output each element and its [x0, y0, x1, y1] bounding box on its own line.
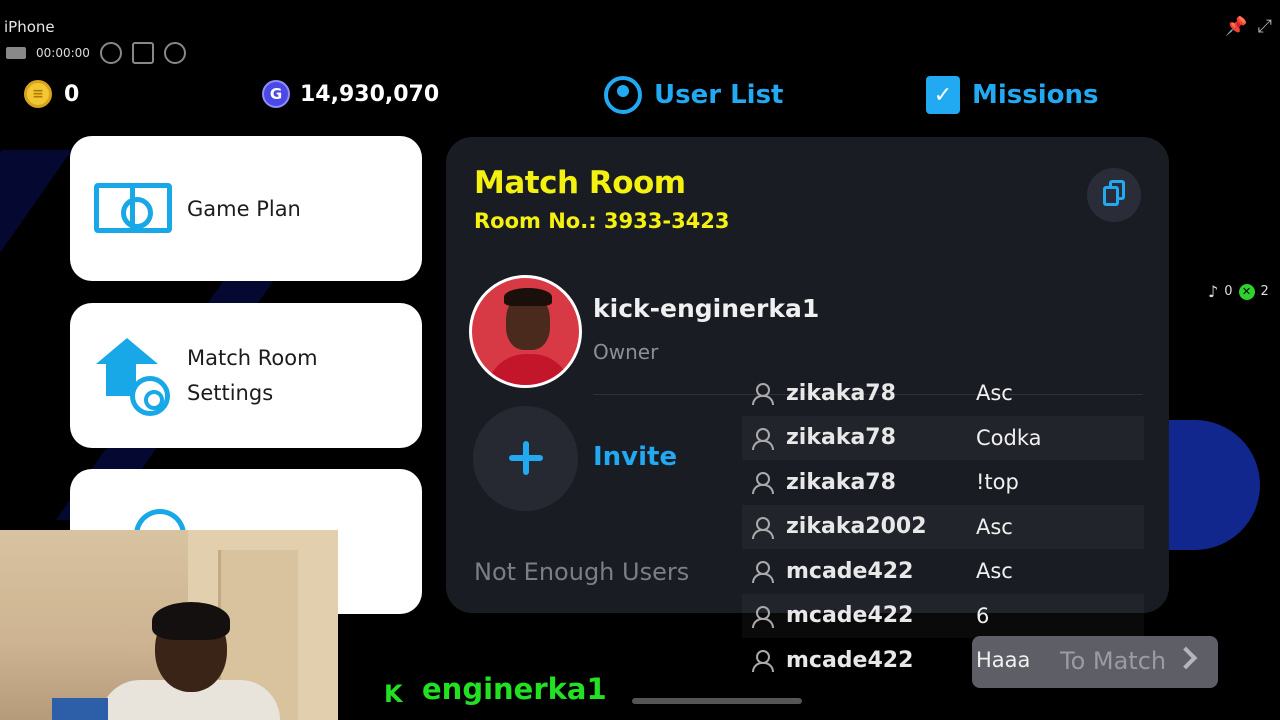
- gp-balance: G 14,930,070: [262, 80, 439, 108]
- user-list-icon: [604, 76, 642, 114]
- chat-message: mcade422 Asc: [742, 549, 1144, 594]
- coin-balance: ≡ 0: [24, 80, 79, 108]
- game-plan-card[interactable]: Game Plan: [70, 136, 422, 281]
- chat-message: zikaka2002 Asc: [742, 504, 1144, 549]
- copy-room-number-button[interactable]: [1087, 168, 1141, 222]
- home-indicator: [632, 698, 802, 704]
- missions-button[interactable]: ✓ Missions: [926, 76, 1099, 114]
- owner-avatar: [469, 275, 582, 388]
- camera-icon[interactable]: [6, 47, 26, 59]
- chat-text: Asc: [976, 514, 1013, 539]
- chat-username: zikaka78: [786, 469, 896, 495]
- chevron-right-icon: [1174, 646, 1198, 670]
- chat-username: zikaka2002: [786, 514, 927, 540]
- webcam-feed: [0, 530, 338, 720]
- missions-label: Missions: [972, 80, 1099, 110]
- gp-icon: G: [262, 80, 290, 108]
- user-icon: [752, 605, 774, 628]
- record-icon[interactable]: [163, 42, 186, 64]
- x-count: 2: [1260, 284, 1269, 299]
- user-icon: [752, 516, 774, 539]
- chat-message: zikaka78 Asc: [742, 371, 1144, 416]
- window-controls: 📌 ⤢: [1225, 16, 1272, 37]
- owner-name: kick-enginerka1: [593, 294, 820, 323]
- match-room-title: Match Room: [474, 165, 686, 201]
- chat-username: zikaka78: [786, 425, 896, 451]
- chat-message: zikaka78 !top: [742, 460, 1144, 505]
- x-icon: ✕: [1238, 283, 1255, 300]
- invite-button[interactable]: [473, 406, 578, 511]
- expand-icon[interactable]: ⤢: [1258, 16, 1272, 37]
- user-icon: [752, 427, 774, 450]
- user-list-label: User List: [654, 80, 784, 110]
- recorder-timer: 00:00:00: [36, 46, 90, 60]
- background-stripe: [0, 150, 73, 270]
- chat-text: !top: [976, 470, 1019, 495]
- chat-username: zikaka78: [786, 380, 896, 406]
- kick-logo-icon: K: [384, 680, 403, 708]
- gp-amount: 14,930,070: [300, 81, 440, 107]
- device-name: iPhone: [4, 18, 55, 36]
- game-plan-icon: [94, 183, 172, 233]
- chat-message: mcade422 6: [742, 593, 1144, 638]
- chat-text: Haaa: [976, 648, 1031, 673]
- crop-icon[interactable]: [131, 42, 154, 64]
- chat-message: mcade422 Haaa: [742, 638, 1144, 683]
- user-icon: [752, 383, 774, 405]
- chat-username: mcade422: [786, 603, 914, 629]
- chat-text: Asc: [976, 559, 1013, 584]
- tiktok-count: 0: [1224, 284, 1233, 299]
- match-room-settings-label-2: Settings: [187, 381, 274, 405]
- coin-amount: 0: [64, 81, 80, 107]
- chat-username: mcade422: [786, 558, 914, 584]
- chat-overlay: zikaka78 Asc zikaka78 Codka zikaka78 !to…: [742, 371, 1144, 638]
- match-room-settings-label-1: Match Room: [187, 346, 318, 370]
- social-stats: ♪ 0 ✕ 2: [1208, 282, 1269, 301]
- room-status: Not Enough Users: [474, 558, 690, 586]
- chat-message: zikaka78 Codka: [742, 415, 1144, 460]
- tiktok-icon: ♪: [1208, 282, 1219, 301]
- owner-role: Owner: [593, 340, 659, 364]
- checklist-icon: ✓: [926, 76, 960, 114]
- chat-text: Asc: [976, 381, 1013, 406]
- match-room-settings-icon: [96, 338, 170, 416]
- chat-username: mcade422: [786, 647, 914, 673]
- chat-overlay-last: mcade422 Haaa: [742, 638, 1144, 683]
- chat-text: Codka: [976, 425, 1042, 450]
- user-icon: [752, 472, 774, 494]
- streamer-name: enginerka1: [422, 672, 607, 706]
- user-icon: [752, 650, 774, 672]
- game-plan-label: Game Plan: [187, 197, 301, 221]
- rotate-icon[interactable]: [99, 42, 122, 64]
- recorder-controls: 00:00:00: [6, 42, 186, 64]
- chat-text: 6: [976, 603, 990, 628]
- room-number: Room No.: 3933-3423: [474, 209, 730, 233]
- pin-icon[interactable]: 📌: [1225, 16, 1247, 37]
- user-list-button[interactable]: User List: [604, 76, 783, 114]
- invite-label[interactable]: Invite: [593, 442, 677, 472]
- match-room-settings-card[interactable]: Match Room Settings: [70, 303, 422, 448]
- user-icon: [752, 561, 774, 583]
- coin-icon: ≡: [24, 80, 52, 108]
